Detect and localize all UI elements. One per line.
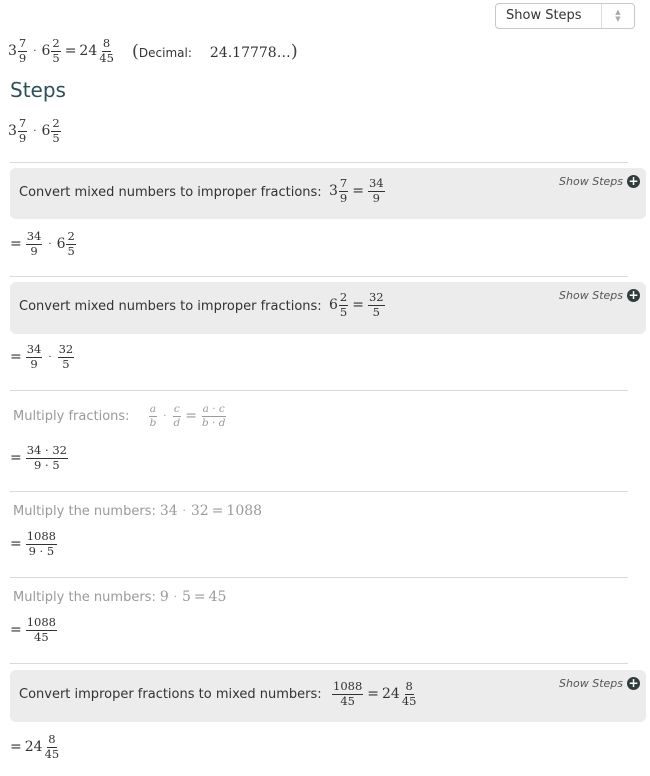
show-steps-dropdown[interactable]: Show Steps ▲ ▼ [495, 3, 635, 29]
step-math: 9 · 5 = 45 [159, 589, 227, 605]
step-math: 3 79 = 34 9 [329, 176, 385, 205]
mixed-whole: 3 [8, 43, 17, 59]
plus-circle-icon: + [627, 288, 640, 302]
divider [10, 276, 628, 277]
step-description: Convert mixed numbers to improper fracti… [19, 185, 322, 200]
fraction: 25 [51, 116, 61, 145]
step-box: Convert mixed numbers to improper fracti… [10, 282, 646, 334]
step-result: = 1088 9 · 5 [10, 529, 58, 558]
step-description: Convert improper fractions to mixed numb… [19, 687, 322, 702]
fraction: 8 45 [99, 36, 114, 65]
divider [10, 390, 628, 391]
fraction: 79 [17, 116, 28, 145]
show-steps-button[interactable]: Show Steps + [559, 677, 640, 690]
step-description-row: Multiply fractions: ab · cd = a · cb · d [13, 404, 227, 428]
step-result: = 34 9 · 32 5 [10, 342, 75, 371]
step-description: Multiply the numbers: [13, 503, 156, 519]
divider [10, 663, 628, 664]
equals-symbol: = [64, 43, 77, 59]
step-description-row: Multiply the numbers: 9 · 5 = 45 [13, 589, 226, 605]
divider [10, 577, 628, 578]
final-answer: 3 79 · 6 25 = 24 8 45 (Decimal: 24.17778…) [8, 36, 298, 65]
step-math: 1088 45 = 24 8 45 [332, 679, 417, 708]
step-description: Multiply the numbers: [13, 589, 156, 605]
final-result: = 24 8 45 [10, 732, 60, 761]
step-description: Multiply fractions: [13, 408, 130, 424]
divider [10, 491, 628, 492]
select-arrows-icon: ▲ ▼ [601, 4, 634, 28]
show-steps-button[interactable]: Show Steps + [559, 289, 640, 302]
times-symbol: · [33, 45, 37, 57]
show-steps-button[interactable]: Show Steps + [559, 175, 640, 188]
step-result: = 34 · 32 9 · 5 [10, 443, 68, 472]
plus-circle-icon: + [627, 676, 640, 690]
decimal-value: 24.17778… [209, 44, 291, 61]
step-box: Convert improper fractions to mixed numb… [10, 670, 646, 722]
decimal-label: Decimal: [138, 45, 192, 60]
step-box: Convert mixed numbers to improper fracti… [10, 168, 646, 219]
divider [10, 162, 628, 163]
step-result: = 1088 45 [10, 615, 58, 644]
mixed-whole: 24 [79, 43, 98, 59]
decimal-block: (Decimal: 24.17778…) [131, 40, 298, 62]
mixed-whole: 6 [41, 43, 51, 59]
fraction: 79 [17, 36, 28, 65]
step-math: 34 · 32 = 1088 [159, 503, 263, 519]
step-math: 6 25 = 32 5 [329, 290, 385, 319]
dropdown-selected-label: Show Steps [506, 8, 582, 23]
step-result: = 34 9 · 6 25 [10, 229, 76, 258]
step-description-row: Multiply the numbers: 34 · 32 = 1088 [13, 503, 262, 519]
step-description: Convert mixed numbers to improper fracti… [19, 299, 322, 314]
multiply-rule: ab · cd = a · cb · d [148, 403, 226, 429]
plus-circle-icon: + [627, 174, 640, 188]
steps-heading: Steps [10, 78, 66, 102]
fraction: 25 [51, 36, 61, 65]
start-expression: 3 79 · 6 25 [8, 116, 61, 145]
